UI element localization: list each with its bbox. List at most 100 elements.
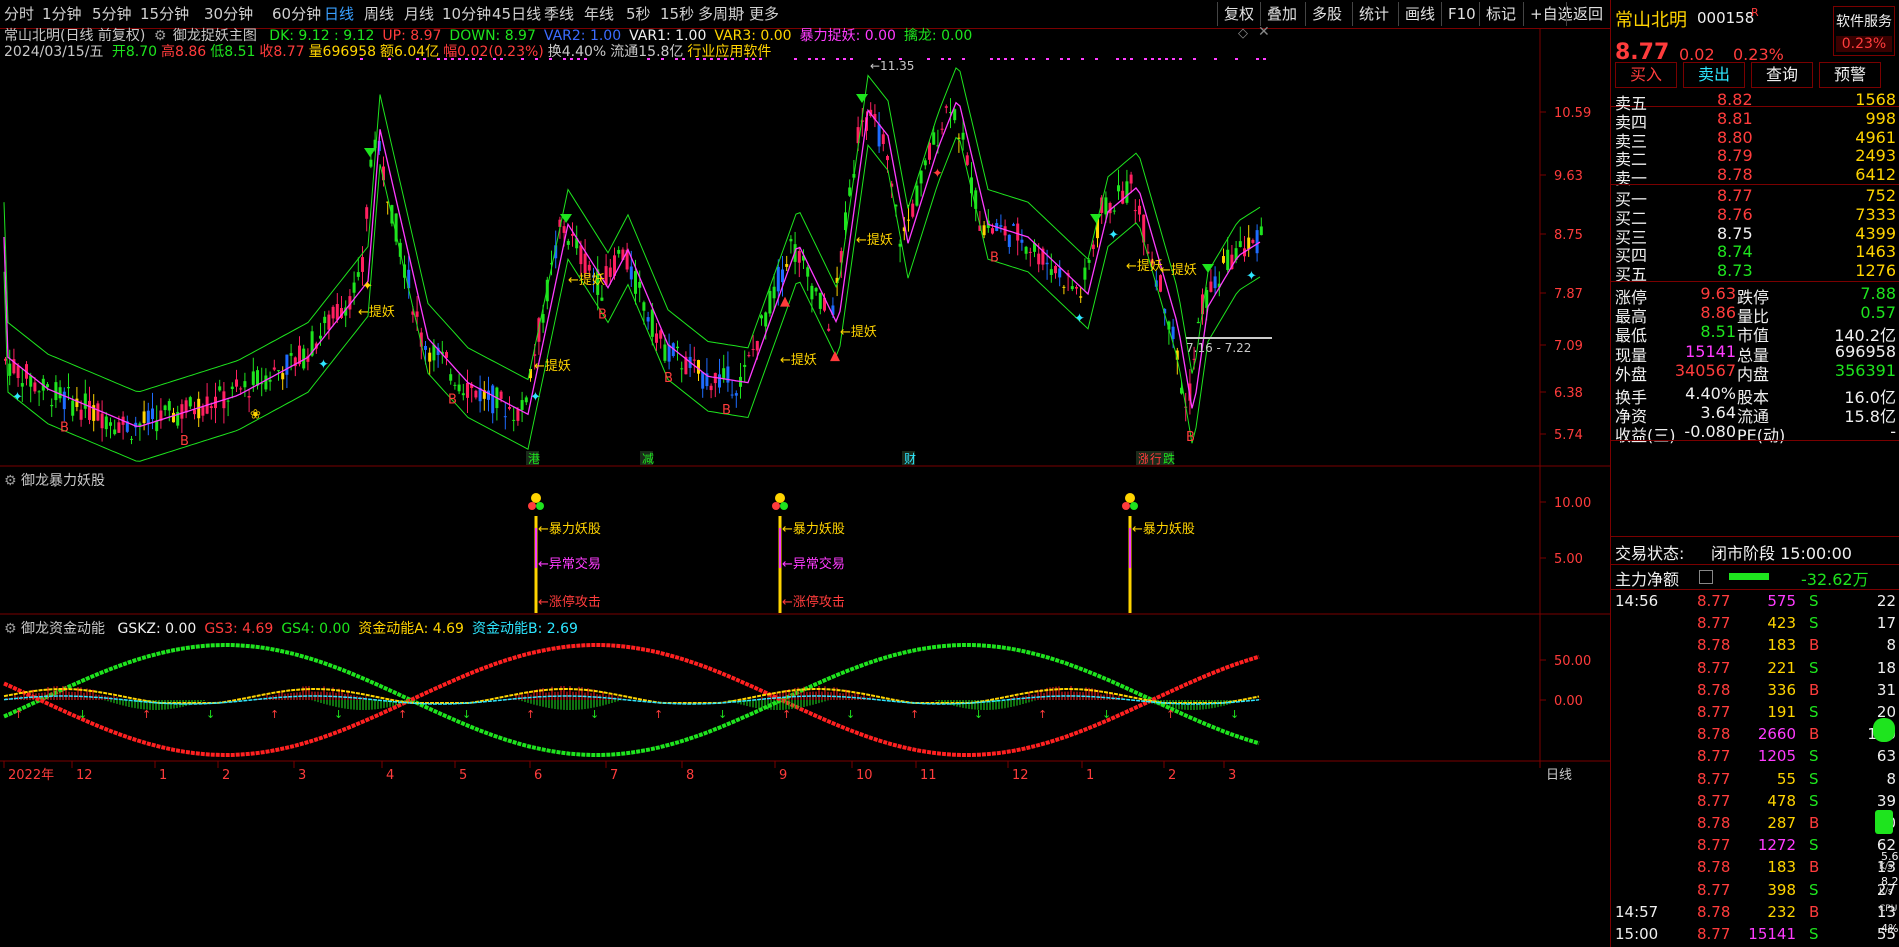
toolbar-button[interactable]: 画线 <box>1398 2 1441 26</box>
settings-icon[interactable]: ⚙ <box>4 621 17 637</box>
cpu-pct: 4% <box>1881 922 1899 935</box>
tick-side: B <box>1809 814 1820 832</box>
candle-body <box>789 238 793 242</box>
ohlc-value: 量696958 <box>308 44 377 60</box>
candle-body <box>289 353 293 356</box>
tick-price: 8.77 <box>1697 658 1731 677</box>
candle-body <box>327 314 331 330</box>
ask-price: 8.78 <box>1717 165 1753 185</box>
candle-body <box>146 410 150 425</box>
tick-volume: 398 <box>1767 880 1796 899</box>
trade-status-row: 交易状态: 闭市阶段 15:00:00 <box>1611 540 1899 563</box>
period-tab[interactable]: 5秒 <box>626 3 651 24</box>
sector-button[interactable]: 软件服务 <box>1834 11 1894 31</box>
candle-body <box>676 346 679 349</box>
period-tab[interactable]: 周线 <box>364 3 394 24</box>
period-tab[interactable]: 年线 <box>584 3 614 24</box>
period-tab[interactable]: 5分钟 <box>92 3 132 24</box>
indicator-value: 资金动能A: 4.69 <box>358 621 464 637</box>
signal-dot <box>962 58 965 60</box>
price-axis-label: 9.63 <box>1554 169 1583 184</box>
candle-body <box>911 203 915 217</box>
sector-box[interactable]: 软件服务 0.23% <box>1833 6 1895 56</box>
candle-body <box>583 253 587 274</box>
tick-side: S <box>1809 747 1819 766</box>
candle-body <box>264 375 268 390</box>
period-tab[interactable]: 季线 <box>544 3 574 24</box>
netflow-expand-icon[interactable] <box>1699 570 1713 584</box>
close-pane-icon[interactable]: ✕ <box>1258 24 1270 40</box>
signal-dot <box>1144 58 1147 60</box>
trade-button[interactable]: 卖出 <box>1683 62 1745 88</box>
tick-volume: 191 <box>1767 703 1796 721</box>
signal-dot <box>1123 58 1126 60</box>
candle-body <box>167 401 171 411</box>
speed-gauge-top <box>1873 718 1895 742</box>
diamond-icon[interactable]: ◇ <box>1238 26 1248 41</box>
signal-dot <box>1193 58 1196 60</box>
bid-volume: 752 <box>1865 186 1896 205</box>
candle-body <box>104 416 108 430</box>
tizao-label: ←提妖 <box>568 272 605 288</box>
toolbar-button[interactable]: 标记 <box>1479 2 1522 26</box>
tick-time: 14:56 <box>1615 592 1659 610</box>
candle-body <box>503 416 507 418</box>
tick-price: 8.78 <box>1697 814 1731 832</box>
toolbar-button[interactable]: 叠加 <box>1260 2 1303 26</box>
candle-body <box>1251 239 1255 243</box>
trade-button[interactable]: 买入 <box>1615 62 1677 88</box>
cpu-label: CPU <box>1879 904 1898 914</box>
bid-volume: 1276 <box>1855 261 1896 281</box>
period-tab[interactable]: 15秒 <box>660 3 694 24</box>
period-tab[interactable]: 10分钟 <box>442 3 491 24</box>
candle-body <box>1209 281 1213 292</box>
speed-unit-2: K/s <box>1879 887 1893 897</box>
bid-row[interactable]: 买五 8.73 1276 <box>1611 261 1899 284</box>
signal-marker: B <box>598 308 607 323</box>
range-label: 7.16 - 7.22 <box>1186 341 1251 355</box>
tick-row: 8.77 1272 S 62 <box>1611 836 1899 858</box>
period-tab[interactable]: 分时 <box>4 3 34 24</box>
tick-side: B <box>1809 680 1820 699</box>
period-tab[interactable]: 45日线 <box>492 3 541 24</box>
candle-body <box>810 285 814 300</box>
chart-canvas[interactable]: ✦BB❀✦✦B ✦BBB▲▲✦B✦✦B✦←提妖←提妖←提妖←提妖←提妖←提妖←提妖… <box>0 28 1610 947</box>
toolbar-button[interactable]: F10 <box>1441 2 1482 26</box>
stat-row: 收益(三) -0.080 PE(动) - <box>1611 422 1899 445</box>
tick-count: 22 <box>1876 592 1896 610</box>
chevron-right-icon[interactable]: › <box>740 5 745 19</box>
trade-button[interactable]: 预警 <box>1819 62 1881 88</box>
signal-dot <box>1025 58 1028 60</box>
candle-body <box>1079 296 1083 298</box>
period-tab[interactable]: 多周期 <box>698 3 743 24</box>
candle-body <box>62 391 66 410</box>
period-tab[interactable]: 月线 <box>404 3 434 24</box>
toolbar-button[interactable]: 多股 <box>1305 2 1348 26</box>
candle-body <box>562 226 566 233</box>
signal-dot <box>836 58 839 60</box>
pane3-title[interactable]: 御龙资金动能 <box>21 621 105 637</box>
period-tab[interactable]: 60分钟 <box>272 3 321 24</box>
period-tab[interactable]: 15分钟 <box>140 3 189 24</box>
tick-row: 8.77 423 S 17 <box>1611 614 1899 636</box>
trade-button[interactable]: 查询 <box>1751 62 1813 88</box>
toolbar-button[interactable]: 复权 <box>1217 2 1260 26</box>
toolbar-button[interactable]: 返回 <box>1566 2 1609 26</box>
candle-body <box>356 272 360 277</box>
candle-body <box>256 370 259 386</box>
candle-body <box>369 159 373 167</box>
period-tab[interactable]: 日线 <box>324 3 354 24</box>
ohlc-date: 2024/03/15/五 <box>4 44 104 60</box>
candle-body <box>172 412 175 423</box>
period-tab[interactable]: 更多 <box>749 3 779 24</box>
period-tab[interactable]: 30分钟 <box>204 3 253 24</box>
period-tab[interactable]: 1分钟 <box>42 3 82 24</box>
settings-icon[interactable]: ⚙ <box>4 473 17 489</box>
pane2-title[interactable]: 御龙暴力妖股 <box>21 473 105 489</box>
tick-volume: 1272 <box>1757 836 1796 855</box>
toolbar-button[interactable]: 统计 <box>1352 2 1395 26</box>
chart-area[interactable]: ✦ B B ❀ ✦ ✦ B ✦ B B B ▲ ▲ ✦ B ✦ ✦ B ✦ ←提妖 ←提妖 ←提妖 ←提妖 ←提妖 ←提妖 ←提妖… <box>0 24 1610 947</box>
candle-body <box>701 371 705 389</box>
candle-body <box>760 315 763 319</box>
price-axis-label: 6.38 <box>1554 386 1583 401</box>
